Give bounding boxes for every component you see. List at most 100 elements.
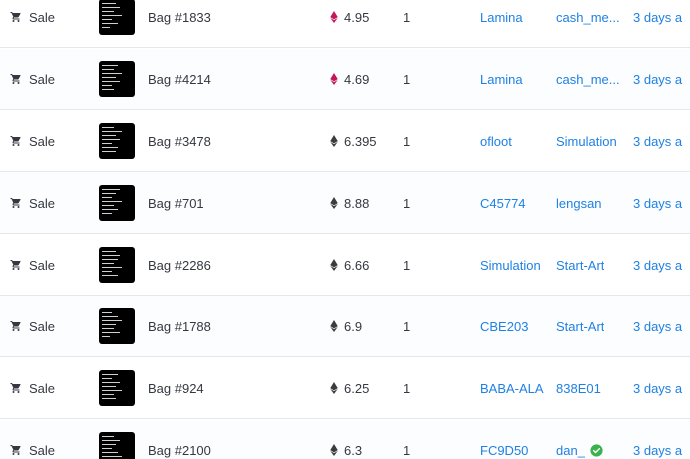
quantity: 1 [403,133,411,149]
time-link[interactable]: 3 days a [633,420,690,459]
to-user-link[interactable]: cash_me... [556,0,622,47]
cart-icon [10,383,21,393]
eth-icon [330,259,338,271]
to-user-name[interactable]: Simulation [556,134,617,149]
price-value: 4.69 [344,71,370,87]
time-link[interactable]: 3 days a [633,0,690,47]
table-row: Sale Bag #3478 6.395 1 ofloot Simulation… [0,111,690,172]
verified-badge-icon [590,443,603,457]
event-label: Sale [29,195,56,211]
event-label: Sale [29,9,56,25]
quantity: 1 [403,9,411,25]
item-thumbnail-cell[interactable] [99,296,135,356]
cart-icon [10,321,21,331]
price-cell: 6.395 [330,111,400,171]
weth-icon [330,73,338,85]
to-user-link[interactable]: Start-Art [556,235,622,295]
item-thumbnail[interactable] [99,308,135,344]
item-name-link[interactable]: Bag #1833 [148,0,298,47]
quantity: 1 [403,318,411,334]
time-link[interactable]: 3 days a [633,111,690,171]
item-thumbnail[interactable] [99,185,135,221]
from-user-link[interactable]: Lamina [480,0,550,47]
time-link[interactable]: 3 days a [633,358,690,418]
item-thumbnail[interactable] [99,123,135,159]
item-name-link[interactable]: Bag #4214 [148,49,298,109]
time-link[interactable]: 3 days a [633,173,690,233]
time-link[interactable]: 3 days a [633,296,690,356]
to-user-link[interactable]: lengsan [556,173,622,233]
table-row: Sale Bag #2100 6.3 1 FC9D50 dan_ 3 days … [0,420,690,459]
from-user-link[interactable]: C45774 [480,173,550,233]
to-user-name[interactable]: 838E01 [556,381,601,396]
item-thumbnail-cell[interactable] [99,173,135,233]
price-cell: 6.66 [330,235,400,295]
item-thumbnail[interactable] [99,432,135,459]
from-user-link[interactable]: FC9D50 [480,420,550,459]
quantity: 1 [403,442,411,458]
from-user-link[interactable]: CBE203 [480,296,550,356]
from-user-link[interactable]: ofloot [480,111,550,171]
event-label: Sale [29,71,56,87]
event-cell: Sale [10,111,90,171]
to-user-link[interactable]: dan_ [556,420,622,459]
item-name-link[interactable]: Bag #924 [148,358,298,418]
to-user-link[interactable]: 838E01 [556,358,622,418]
to-user-name[interactable]: dan_ [556,443,585,458]
event-label: Sale [29,133,56,149]
event-cell: Sale [10,235,90,295]
event-cell: Sale [10,358,90,418]
cart-icon [10,445,21,455]
quantity: 1 [403,257,411,273]
item-name-link[interactable]: Bag #1788 [148,296,298,356]
to-user-name[interactable]: Start-Art [556,258,604,273]
to-user-link[interactable]: Simulation [556,111,622,171]
cart-icon [10,198,21,208]
to-user-link[interactable]: Start-Art [556,296,622,356]
time-link[interactable]: 3 days a [633,235,690,295]
price-cell: 4.95 [330,0,400,47]
item-thumbnail[interactable] [99,247,135,283]
to-user-name[interactable]: Start-Art [556,319,604,334]
item-name-link[interactable]: Bag #3478 [148,111,298,171]
to-user-name[interactable]: cash_me... [556,72,620,87]
item-thumbnail-cell[interactable] [99,235,135,295]
event-cell: Sale [10,49,90,109]
item-thumbnail-cell[interactable] [99,0,135,47]
price-cell: 8.88 [330,173,400,233]
cart-icon [10,136,21,146]
eth-icon [330,382,338,394]
price-cell: 6.3 [330,420,400,459]
table-row: Sale Bag #1833 4.95 1 Lamina cash_me... … [0,0,690,48]
item-thumbnail[interactable] [99,0,135,35]
event-cell: Sale [10,0,90,47]
item-name-link[interactable]: Bag #2286 [148,235,298,295]
price-value: 6.25 [344,380,370,396]
item-thumbnail[interactable] [99,61,135,97]
item-thumbnail-cell[interactable] [99,358,135,418]
item-name-link[interactable]: Bag #2100 [148,420,298,459]
event-label: Sale [29,318,56,334]
eth-icon [330,197,338,209]
from-user-link[interactable]: Lamina [480,49,550,109]
to-user-name[interactable]: cash_me... [556,10,620,25]
price-cell: 6.25 [330,358,400,418]
item-thumbnail-cell[interactable] [99,49,135,109]
price-value: 6.66 [344,257,370,273]
time-link[interactable]: 3 days a [633,49,690,109]
item-thumbnail[interactable] [99,370,135,406]
item-thumbnail-cell[interactable] [99,420,135,459]
from-user-link[interactable]: Simulation [480,235,550,295]
price-value: 6.395 [344,133,377,149]
item-name-link[interactable]: Bag #701 [148,173,298,233]
to-user-link[interactable]: cash_me... [556,49,622,109]
price-cell: 6.9 [330,296,400,356]
cart-icon [10,260,21,270]
table-row: Sale Bag #924 6.25 1 BABA-ALA 838E01 3 d… [0,358,690,419]
to-user-name[interactable]: lengsan [556,196,602,211]
price-value: 6.9 [344,318,363,334]
item-thumbnail-cell[interactable] [99,111,135,171]
event-cell: Sale [10,173,90,233]
from-user-link[interactable]: BABA-ALA [480,358,550,418]
weth-icon [330,11,338,23]
